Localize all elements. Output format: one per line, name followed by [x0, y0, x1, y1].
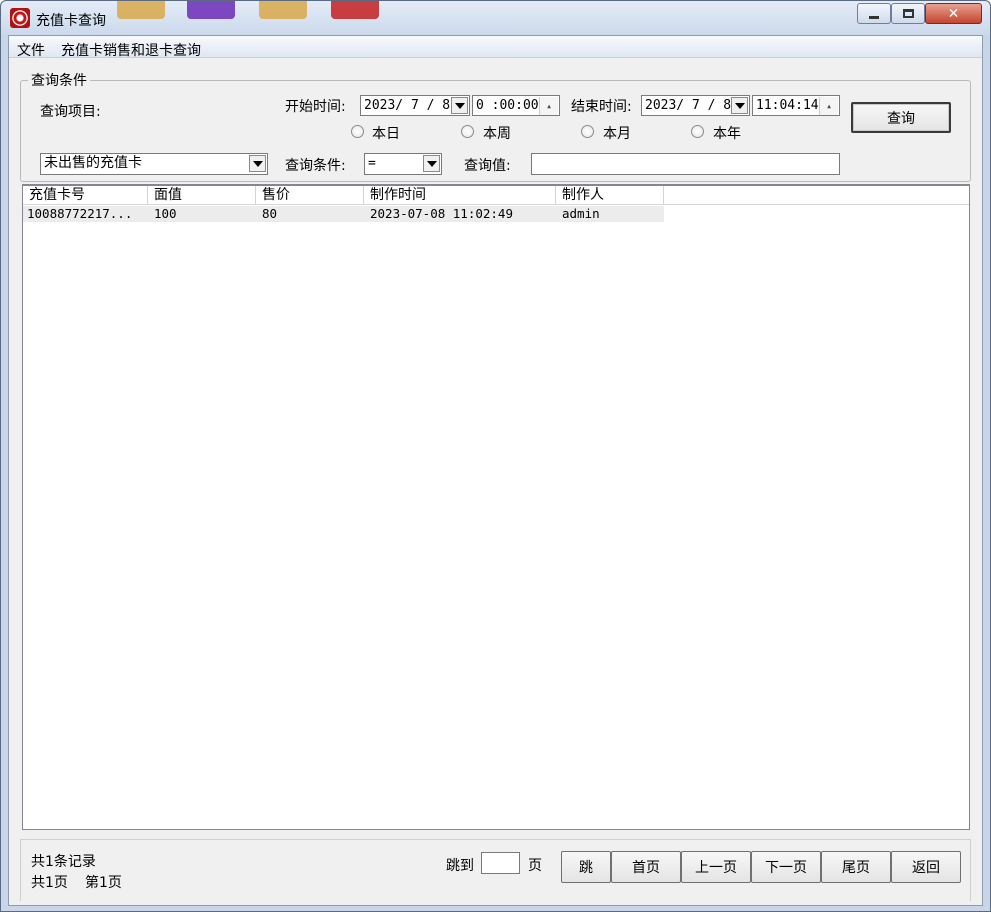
radio-this-month[interactable]	[581, 125, 594, 138]
radio-this-week-label[interactable]: 本周	[483, 123, 511, 143]
condition-label: 查询条件:	[285, 158, 346, 174]
jump-label: 跳到	[446, 858, 474, 874]
menu-card-sales-refund-query[interactable]: 充值卡销售和退卡查询	[61, 40, 201, 60]
cell-face-value: 100	[154, 206, 177, 221]
query-item-label: 查询项目:	[40, 104, 101, 120]
jump-page-input[interactable]	[481, 852, 520, 874]
prev-page-label: 上一页	[695, 860, 737, 876]
end-date-value: 2023/ 7 / 8	[645, 98, 732, 113]
end-date-picker[interactable]: 2023/ 7 / 8	[641, 95, 750, 116]
start-date-value: 2023/ 7 / 8	[364, 98, 451, 113]
spin-up-icon[interactable]: ▲	[539, 97, 558, 115]
query-value-label: 查询值:	[464, 158, 511, 174]
return-button-label: 返回	[912, 860, 940, 876]
background-tile	[259, 1, 307, 19]
maximize-icon	[902, 9, 914, 18]
jump-button[interactable]: 跳	[561, 851, 611, 883]
first-page-button[interactable]: 首页	[611, 851, 681, 883]
column-header-creator[interactable]: 制作人	[556, 186, 664, 205]
column-header-price[interactable]: 售价	[256, 186, 364, 205]
next-page-button[interactable]: 下一页	[751, 851, 821, 883]
column-header-card-number[interactable]: 充值卡号	[23, 186, 148, 205]
column-header-face-value[interactable]: 面值	[148, 186, 256, 205]
app-icon	[10, 8, 30, 28]
jump-button-label: 跳	[579, 860, 593, 876]
query-item-select[interactable]: 未出售的充值卡	[40, 153, 268, 175]
results-table[interactable]: 充值卡号 面值 售价 制作时间 制作人 10088772217... 100 8…	[22, 184, 970, 830]
prev-page-button[interactable]: 上一页	[681, 851, 751, 883]
title-bar[interactable]: 充值卡查询 ✕	[1, 1, 990, 35]
radio-today[interactable]	[351, 125, 364, 138]
return-button[interactable]: 返回	[891, 851, 961, 883]
cell-card-number: 10088772217...	[27, 206, 133, 221]
start-time-spinner[interactable]: ▲▼	[539, 97, 558, 115]
chevron-down-icon	[454, 102, 465, 109]
chevron-down-icon	[426, 160, 437, 167]
record-count: 共1条记录	[31, 854, 96, 870]
end-time-field[interactable]: 11:04:14 ▲▼	[752, 95, 840, 116]
chevron-down-icon	[252, 160, 263, 167]
query-value-input[interactable]	[531, 153, 840, 175]
app-window: 充值卡查询 ✕ 文件 充值卡销售和退卡查询 查询条件 查询项目: 开始时间: 2…	[0, 0, 991, 912]
cell-creator: admin	[562, 206, 600, 221]
current-page: 第1页	[85, 875, 122, 891]
start-time-field[interactable]: 0 :00:00 ▲▼	[472, 95, 560, 116]
window-title: 充值卡查询	[36, 13, 106, 29]
cell-price: 80	[262, 206, 278, 221]
minimize-icon	[869, 16, 879, 19]
radio-this-year-label[interactable]: 本年	[713, 123, 741, 143]
menu-bar: 文件 充值卡销售和退卡查询	[9, 36, 982, 60]
start-date-picker[interactable]: 2023/ 7 / 8	[360, 95, 470, 116]
last-page-label: 尾页	[842, 860, 870, 876]
condition-value: =	[368, 156, 376, 171]
spin-up-icon[interactable]: ▲	[819, 97, 838, 115]
radio-today-label[interactable]: 本日	[372, 123, 400, 143]
table-header: 充值卡号 面值 售价 制作时间 制作人	[23, 186, 969, 205]
query-item-dropdown[interactable]	[249, 155, 266, 172]
query-item-value: 未出售的充值卡	[44, 155, 142, 171]
end-time-value: 11:04:14	[756, 98, 819, 113]
background-tile	[117, 1, 165, 19]
maximize-button[interactable]	[891, 3, 925, 24]
close-icon: ✕	[947, 5, 960, 22]
last-page-button[interactable]: 尾页	[821, 851, 891, 883]
radio-this-week[interactable]	[461, 125, 474, 138]
end-date-dropdown[interactable]	[731, 97, 748, 114]
client-area: 文件 充值卡销售和退卡查询 查询条件 查询项目: 开始时间: 2023/ 7 /…	[8, 35, 983, 906]
menu-file[interactable]: 文件	[17, 40, 45, 60]
start-time-value: 0 :00:00	[476, 98, 539, 113]
chevron-down-icon	[734, 102, 745, 109]
condition-select[interactable]: =	[364, 153, 442, 175]
search-button[interactable]: 查询	[851, 102, 951, 133]
start-time-label: 开始时间:	[285, 99, 346, 115]
total-pages: 共1页	[31, 875, 68, 891]
query-group-title: 查询条件	[28, 70, 90, 90]
next-page-label: 下一页	[765, 860, 807, 876]
first-page-label: 首页	[632, 860, 660, 876]
background-tile	[187, 1, 235, 19]
column-header-created-time[interactable]: 制作时间	[364, 186, 556, 205]
condition-dropdown[interactable]	[423, 155, 440, 172]
minimize-button[interactable]	[857, 3, 891, 24]
background-tile	[331, 1, 379, 19]
search-button-label: 查询	[887, 110, 915, 127]
cell-created-time: 2023-07-08 11:02:49	[370, 206, 513, 221]
start-date-dropdown[interactable]	[451, 97, 468, 114]
page-unit-label: 页	[528, 858, 542, 874]
end-time-label: 结束时间:	[571, 99, 632, 115]
close-button[interactable]: ✕	[925, 3, 982, 24]
radio-this-year[interactable]	[691, 125, 704, 138]
radio-this-month-label[interactable]: 本月	[603, 123, 631, 143]
end-time-spinner[interactable]: ▲▼	[819, 97, 838, 115]
